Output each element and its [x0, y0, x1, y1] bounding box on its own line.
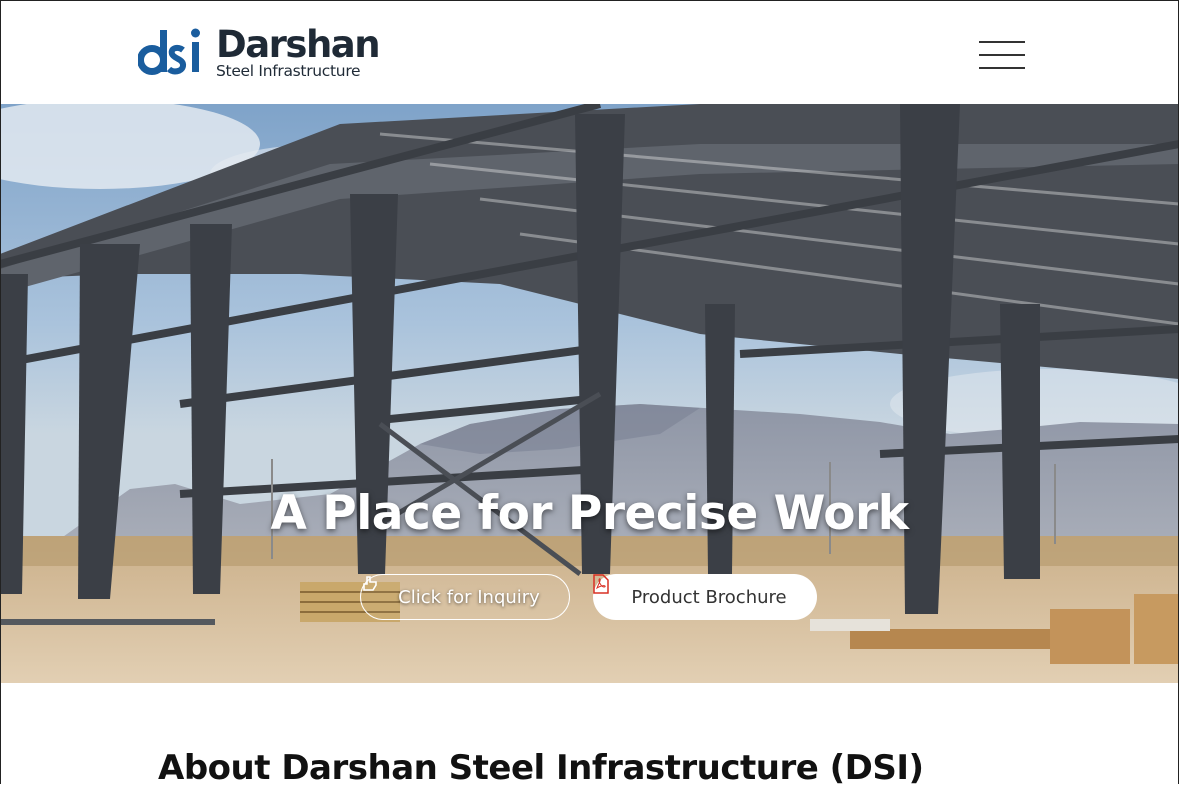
about-prefix: About	[158, 748, 270, 788]
site-header: Darshan Steel Infrastructure	[0, 0, 1179, 104]
brochure-label: Product Brochure	[631, 586, 787, 608]
site-logo[interactable]: Darshan Steel Infrastructure	[138, 23, 381, 81]
click-for-inquiry-button[interactable]: Click for Inquiry	[360, 574, 570, 620]
hamburger-menu-icon[interactable]	[979, 40, 1027, 70]
about-company-name: Darshan Steel Infrastructure (DSI)	[281, 748, 924, 788]
hero-background-image	[0, 104, 1179, 683]
hero-title: A Place for Precise Work	[270, 486, 909, 541]
logo-name: Darshan	[216, 23, 381, 67]
hero-banner: A Place for Precise Work Click for Inqui…	[0, 104, 1179, 683]
about-heading: About Darshan Steel Infrastructure (DSI)	[158, 748, 924, 788]
inquiry-label: Click for Inquiry	[398, 586, 540, 608]
product-brochure-button[interactable]: Product Brochure	[593, 574, 817, 620]
logo-tagline: Steel Infrastructure	[216, 62, 361, 81]
dsi-logo-icon	[138, 28, 200, 75]
